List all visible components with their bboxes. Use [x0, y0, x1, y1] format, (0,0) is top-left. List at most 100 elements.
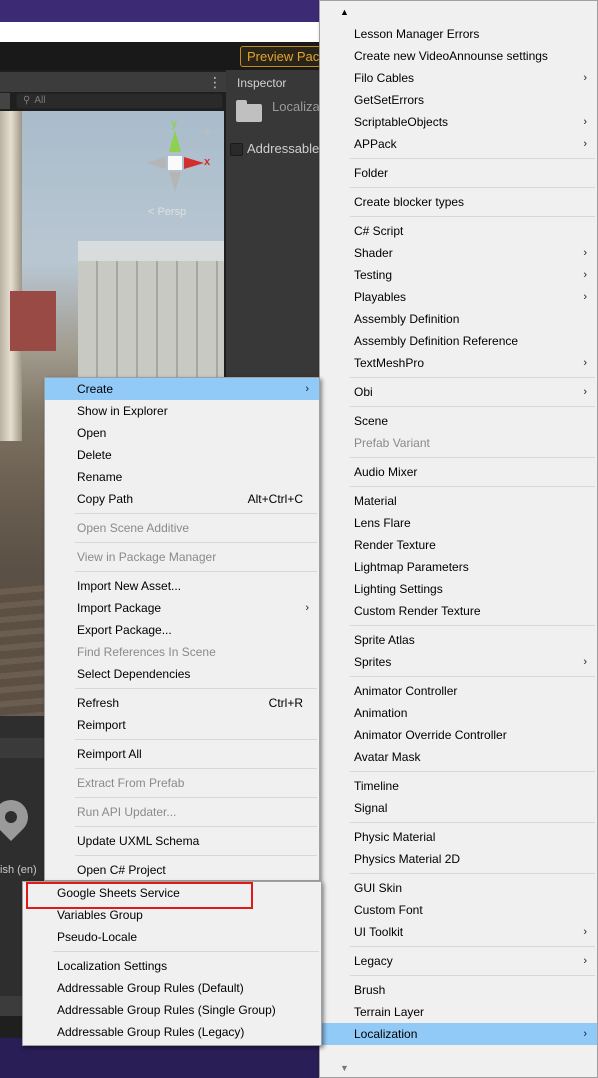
menu-item-scriptableobjects[interactable]: ScriptableObjects › — [320, 111, 597, 133]
menu-item-terrain-layer[interactable]: Terrain Layer — [320, 1001, 597, 1023]
menu-item-label: Find References In Scene — [77, 645, 216, 659]
menu-item-addressable-group-rules-single-group[interactable]: Addressable Group Rules (Single Group) — [23, 999, 321, 1021]
menu-item-label: Reimport All — [77, 747, 142, 761]
menu-item-brush[interactable]: Brush — [320, 979, 597, 1001]
menu-item-appack[interactable]: APPack › — [320, 133, 597, 155]
menu-item-import-package[interactable]: Import Package › — [45, 597, 319, 619]
menu-item-update-uxml-schema[interactable]: Update UXML Schema — [45, 830, 319, 852]
menu-item-testing[interactable]: Testing › — [320, 264, 597, 286]
menu-item-custom-font[interactable]: Custom Font — [320, 899, 597, 921]
orientation-gizmo[interactable]: y x — [142, 118, 210, 194]
scene-dropdown[interactable] — [0, 93, 10, 109]
perspective-label[interactable]: < Persp — [148, 206, 186, 218]
annotation-highlight-box — [26, 882, 253, 909]
menu-item-show-in-explorer[interactable]: Show in Explorer — [45, 400, 319, 422]
menu-item-label: Playables — [354, 290, 407, 304]
gizmo-neg-y-axis-icon[interactable] — [169, 172, 181, 192]
menu-item-rename[interactable]: Rename — [45, 466, 319, 488]
scroll-up-arrow-icon[interactable]: ▲ — [320, 1, 597, 23]
more-options-icon[interactable]: ⋮ — [208, 74, 222, 91]
lock-icon[interactable]: 🔒︎ — [205, 125, 210, 136]
menu-item-refresh[interactable]: Refresh Ctrl+R — [45, 692, 319, 714]
menu-item-copy-path[interactable]: Copy Path Alt+Ctrl+C — [45, 488, 319, 510]
preview-packages-button[interactable]: Preview Pac — [240, 46, 330, 67]
menu-item-material[interactable]: Material — [320, 490, 597, 512]
menu-item-physics-material-2d[interactable]: Physics Material 2D — [320, 848, 597, 870]
menu-item-physic-material[interactable]: Physic Material — [320, 826, 597, 848]
menu-item-label: View in Package Manager — [77, 550, 217, 564]
menu-item-render-texture[interactable]: Render Texture — [320, 534, 597, 556]
menu-item-assembly-definition[interactable]: Assembly Definition — [320, 308, 597, 330]
menu-item-label: Select Dependencies — [77, 667, 191, 681]
menu-item-addressable-group-rules-default[interactable]: Addressable Group Rules (Default) — [23, 977, 321, 999]
menu-item-scene[interactable]: Scene — [320, 410, 597, 432]
menu-item-folder[interactable]: Folder — [320, 162, 597, 184]
menu-item-lightmap-parameters[interactable]: Lightmap Parameters — [320, 556, 597, 578]
menu-item-lighting-settings[interactable]: Lighting Settings — [320, 578, 597, 600]
folder-icon — [236, 100, 262, 122]
menu-item-animator-override-controller[interactable]: Animator Override Controller — [320, 724, 597, 746]
menu-item-lesson-manager-errors[interactable]: Lesson Manager Errors — [320, 23, 597, 45]
menu-item-label: Legacy — [354, 954, 393, 968]
chevron-right-icon: › — [583, 386, 587, 398]
gizmo-center-cube-icon[interactable] — [168, 156, 182, 170]
menu-item-label: Import Package — [77, 601, 162, 615]
menu-item-localization[interactable]: Localization › — [320, 1023, 597, 1045]
menu-item-label: UI Toolkit — [354, 925, 404, 939]
menu-item-animator-controller[interactable]: Animator Controller — [320, 680, 597, 702]
menu-item-label: Animator Controller — [354, 684, 458, 698]
menu-item-assembly-definition-reference[interactable]: Assembly Definition Reference — [320, 330, 597, 352]
menu-item-open-csharp-project[interactable]: Open C# Project — [45, 859, 319, 881]
menu-item-label: Shader — [354, 246, 393, 260]
menu-item-filo-cables[interactable]: Filo Cables › — [320, 67, 597, 89]
menu-item-textmeshpro[interactable]: TextMeshPro › — [320, 352, 597, 374]
scene-search-input[interactable]: ⚲ All — [16, 93, 223, 109]
menu-item-legacy[interactable]: Legacy › — [320, 950, 597, 972]
menu-item-custom-render-texture[interactable]: Custom Render Texture — [320, 600, 597, 622]
gizmo-x-axis-icon[interactable] — [184, 157, 204, 169]
menu-item-sprite-atlas[interactable]: Sprite Atlas — [320, 629, 597, 651]
menu-item-select-dependencies[interactable]: Select Dependencies — [45, 663, 319, 685]
menu-item-shader[interactable]: Shader › — [320, 242, 597, 264]
menu-item-playables[interactable]: Playables › — [320, 286, 597, 308]
menu-item-label: Create new VideoAnnounse settings — [354, 49, 548, 63]
menu-item-delete[interactable]: Delete — [45, 444, 319, 466]
menu-item-create-videoannounse-settings[interactable]: Create new VideoAnnounse settings — [320, 45, 597, 67]
scroll-down-arrow-icon[interactable]: ▼ — [340, 1063, 349, 1073]
menu-item-getseterrors[interactable]: GetSetErrors — [320, 89, 597, 111]
menu-item-create[interactable]: Create › — [45, 378, 319, 400]
gizmo-neg-x-axis-icon[interactable] — [146, 157, 166, 169]
menu-item-signal[interactable]: Signal — [320, 797, 597, 819]
menu-item-reimport-all[interactable]: Reimport All — [45, 743, 319, 765]
search-icon: ⚲ — [23, 95, 31, 106]
menu-item-label: Lighting Settings — [354, 582, 443, 596]
menu-item-label: Reimport — [77, 718, 126, 732]
menu-item-label: Refresh — [77, 696, 120, 710]
menu-item-label: Custom Render Texture — [354, 604, 481, 618]
menu-item-csharp-script[interactable]: C# Script — [320, 220, 597, 242]
locale-asset-label[interactable]: ish (en) — [0, 864, 37, 876]
menu-item-label: Assembly Definition Reference — [354, 334, 519, 348]
tab-inspector[interactable]: Inspector — [229, 73, 324, 93]
menu-item-audio-mixer[interactable]: Audio Mixer — [320, 461, 597, 483]
menu-item-create-blocker-types[interactable]: Create blocker types — [320, 191, 597, 213]
addressable-checkbox[interactable] — [230, 143, 243, 156]
menu-item-label: Run API Updater... — [77, 805, 177, 819]
gizmo-y-axis-icon[interactable] — [169, 130, 181, 152]
menu-item-export-package[interactable]: Export Package... — [45, 619, 319, 641]
menu-item-ui-toolkit[interactable]: UI Toolkit › — [320, 921, 597, 943]
menu-item-sprites[interactable]: Sprites › — [320, 651, 597, 673]
menu-item-addressable-group-rules-legacy[interactable]: Addressable Group Rules (Legacy) — [23, 1021, 321, 1043]
menu-item-open[interactable]: Open — [45, 422, 319, 444]
menu-item-pseudo-locale[interactable]: Pseudo-Locale — [23, 926, 321, 948]
menu-item-animation[interactable]: Animation — [320, 702, 597, 724]
menu-item-gui-skin[interactable]: GUI Skin — [320, 877, 597, 899]
menu-item-localization-settings[interactable]: Localization Settings — [23, 955, 321, 977]
menu-item-lens-flare[interactable]: Lens Flare — [320, 512, 597, 534]
menu-item-avatar-mask[interactable]: Avatar Mask — [320, 746, 597, 768]
menu-item-timeline[interactable]: Timeline — [320, 775, 597, 797]
menu-item-reimport[interactable]: Reimport — [45, 714, 319, 736]
menu-item-import-new-asset[interactable]: Import New Asset... — [45, 575, 319, 597]
menu-item-obi[interactable]: Obi › — [320, 381, 597, 403]
menu-separator — [320, 870, 597, 877]
